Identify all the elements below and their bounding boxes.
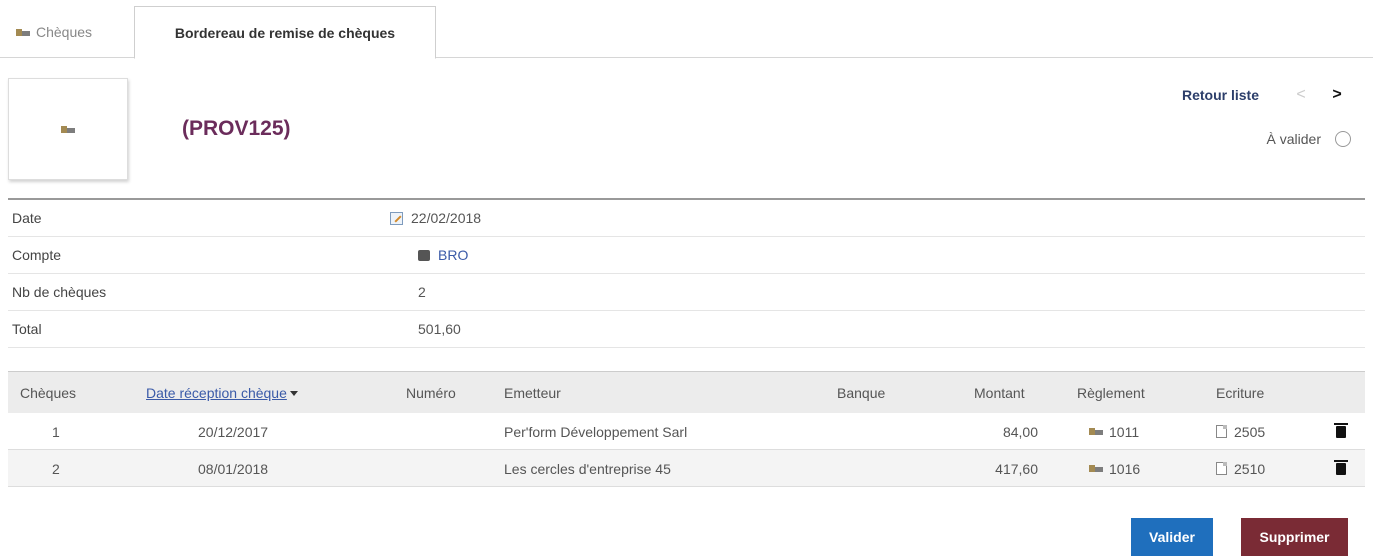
tab-bordereau-label: Bordereau de remise de chèques: [174, 24, 396, 41]
field-label: Compte: [12, 247, 62, 263]
column-header-cheques: Chèques: [20, 384, 77, 401]
column-header-reglement: Règlement: [1077, 384, 1145, 401]
cell-montant: 84,00: [1002, 423, 1038, 440]
field-value: 2: [418, 284, 426, 300]
field-compte: Compte BRO: [8, 237, 1365, 274]
cell-ecriture[interactable]: 2505: [1216, 413, 1265, 450]
date-value: 22/02/2018: [411, 210, 482, 226]
trash-icon: [1334, 422, 1348, 438]
table-row: 1 20/12/2017 Per'form Développement Sarl…: [8, 413, 1365, 450]
column-header-ecriture: Ecriture: [1216, 384, 1265, 401]
field-date: Date 22/02/2018: [8, 200, 1365, 237]
table-body: 1 20/12/2017 Per'form Développement Sarl…: [8, 413, 1365, 487]
field-total: Total 501,60: [8, 311, 1365, 348]
account-link[interactable]: BRO: [438, 247, 468, 263]
status-circle-icon: [1335, 131, 1351, 147]
delete-row-button[interactable]: [1334, 450, 1348, 487]
field-label: Nb de chèques: [12, 284, 107, 300]
cell-ecriture[interactable]: 2510: [1216, 450, 1265, 487]
tab-bar: Chèques Bordereau de remise de chèques: [0, 6, 1373, 59]
tab-bordereau[interactable]: Bordereau de remise de chèques: [134, 6, 436, 59]
field-nb-cheques: Nb de chèques 2: [8, 274, 1365, 311]
cheque-icon: [1089, 464, 1103, 473]
cell-reglement[interactable]: 1016: [1089, 450, 1140, 487]
ecriture-value: 2505: [1234, 423, 1266, 440]
document-icon: [1216, 425, 1227, 438]
column-header-banque: Banque: [837, 384, 886, 401]
cell-emetteur: Les cercles d'entreprise 45: [504, 460, 671, 477]
chevron-left-icon[interactable]: <: [1289, 86, 1313, 104]
field-label: Date: [12, 210, 42, 226]
delete-row-button[interactable]: [1334, 413, 1348, 450]
field-value: BRO: [390, 247, 468, 263]
cell-montant: 417,60: [995, 460, 1038, 477]
back-to-list-link[interactable]: Retour liste: [1182, 87, 1259, 103]
column-header-emetteur: Emetteur: [504, 384, 561, 401]
column-header-numero: Numéro: [406, 384, 456, 401]
cheques-table: Chèques Date réception chèque Numéro Eme…: [8, 371, 1365, 487]
reglement-value: 1016: [1109, 460, 1141, 477]
column-header-montant: Montant: [974, 384, 1025, 401]
status-label: À valider: [1266, 131, 1321, 147]
tab-cheques[interactable]: Chèques: [16, 6, 92, 58]
bank-icon: [418, 249, 430, 261]
edit-icon[interactable]: [390, 211, 403, 225]
cell-emetteur: Per'form Développement Sarl: [504, 423, 688, 440]
status-indicator: À valider: [1267, 131, 1351, 147]
cheque-icon: [1089, 427, 1103, 436]
record-fields: Date 22/02/2018 Compte BRO Nb de chèques…: [8, 198, 1365, 348]
record-navigation: Retour liste < >: [1182, 86, 1349, 104]
column-header-label: Date réception chèque: [146, 384, 287, 401]
column-header-date-reception[interactable]: Date réception chèque: [146, 385, 298, 401]
field-label: Total: [12, 321, 42, 337]
ecriture-value: 2510: [1234, 460, 1266, 477]
tab-cheques-label: Chèques: [36, 24, 93, 40]
trash-icon: [1334, 459, 1348, 475]
sort-down-icon: [289, 391, 298, 397]
document-icon: [1216, 462, 1227, 475]
cell-reglement[interactable]: 1011: [1089, 413, 1139, 450]
cell-date: 20/12/2017: [198, 423, 269, 440]
cell-date: 08/01/2018: [198, 460, 269, 477]
delete-button[interactable]: Supprimer: [1241, 518, 1348, 556]
record-image: [8, 78, 128, 180]
validate-button[interactable]: Valider: [1131, 518, 1213, 556]
cell-cheque-num: 2: [52, 460, 60, 477]
record-reference: (PROV125): [182, 117, 291, 140]
cell-cheque-num: 1: [52, 423, 60, 440]
reglement-value: 1011: [1109, 423, 1140, 440]
cheque-icon: [16, 28, 30, 37]
field-value: 501,60: [418, 321, 461, 337]
table-header: Chèques Date réception chèque Numéro Eme…: [8, 371, 1365, 413]
cheque-icon: [61, 125, 75, 134]
chevron-right-icon[interactable]: >: [1325, 86, 1349, 104]
table-row: 2 08/01/2018 Les cercles d'entreprise 45…: [8, 450, 1365, 487]
field-value: 22/02/2018: [390, 210, 481, 226]
